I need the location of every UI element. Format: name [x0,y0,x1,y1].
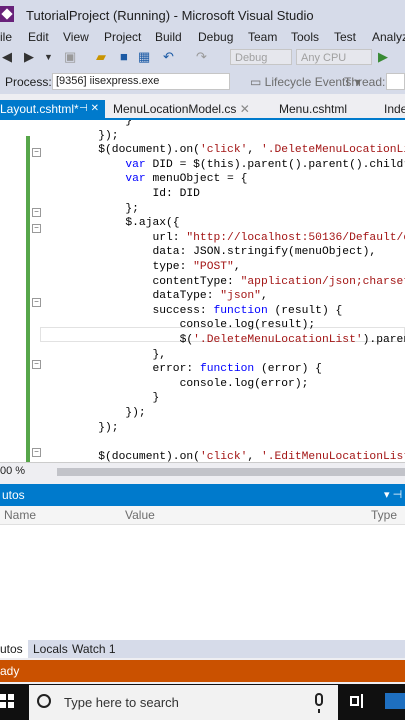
autos-title: utos [2,488,25,502]
code-line: } [44,392,160,405]
collapse-icon[interactable]: − [32,360,41,369]
forward-icon[interactable]: ▶ [24,50,34,64]
process-label: Process: [5,75,52,89]
code-line: error: function (error) { [44,363,322,376]
undo-icon[interactable]: ↶ [163,50,174,64]
toolbar: ◀ ▶ ▼ ▣ ▰ ■ ▦ ↶ ↷ Debug Any CPU ▶ [0,46,405,70]
code-line: $.ajax({ [44,217,180,230]
autos-grid[interactable] [0,525,405,640]
code-line: $(document).on('click', '.DeleteMenuLoca… [44,144,405,157]
code-line: success: function (result) { [44,304,343,317]
search-placeholder: Type here to search [64,695,179,710]
menu-bar: ile Edit View Project Build Debug Team T… [0,30,405,46]
change-tracking-bar [26,136,30,462]
dropdown-arrow-icon[interactable]: ▼ [44,50,53,64]
microphone-icon[interactable] [315,693,323,713]
code-line: contentType: "application/json;charset [44,275,405,288]
visual-studio-logo-icon [0,6,14,22]
collapse-icon[interactable]: − [32,208,41,217]
code-line: url: "http://localhost:50136/Default/c [44,231,405,244]
tab-watch-1[interactable]: Watch 1 [72,640,116,658]
cortana-circle-icon [37,694,51,708]
code-line: $(document).on('click', '.EditMenuLocati… [44,450,405,462]
column-name[interactable]: Name [4,508,36,522]
tab-menu-location-model[interactable]: MenuLocationModel.cs ✕ [113,100,250,118]
code-line: }); [44,421,119,434]
menu-analyze[interactable]: Analyz [372,30,405,44]
document-tabs: Layout.cshtml* ⊣ ✕ MenuLocationModel.cs … [0,100,405,118]
process-bar: Process: [9356] iisexpress.exe ▭ Lifecyc… [0,70,405,94]
column-value[interactable]: Value [125,508,155,522]
continue-icon[interactable]: ▶ [378,50,388,64]
menu-build[interactable]: Build [155,30,182,44]
config-dropdown[interactable]: Debug [230,49,292,65]
task-view-icon[interactable] [350,694,364,708]
code-line: $('.DeleteMenuLocationList').paren [44,334,405,346]
column-type[interactable]: Type [371,508,397,522]
code-line: }, [44,348,167,361]
menu-debug[interactable]: Debug [198,30,233,44]
lifecycle-icon: ▭ [250,75,265,89]
tab-menu[interactable]: Menu.cshtml [279,100,347,118]
back-icon[interactable]: ◀ [2,50,12,64]
tab-locals[interactable]: Locals [33,640,68,658]
code-line: var DID = $(this).parent().parent().chil… [125,158,405,171]
thread-dropdown[interactable] [386,73,405,90]
menu-test[interactable]: Test [334,30,356,44]
editor-footer: 00 % [0,462,405,481]
open-folder-icon[interactable]: ▰ [96,50,106,64]
code-line: var menuObject = { [125,173,248,186]
close-icon[interactable]: ✕ [240,102,250,116]
window-title: TutorialProject (Running) - Microsoft Vi… [26,8,314,23]
menu-project[interactable]: Project [104,30,141,44]
windows-start-icon[interactable] [0,694,14,708]
status-bar: ady [0,660,405,682]
save-all-icon[interactable]: ▦ [138,50,150,64]
status-text: ady [0,664,20,678]
debug-tool-tabs: utos Locals Watch 1 [0,640,405,658]
tab-autos[interactable]: utos [0,640,28,658]
taskbar-search-box[interactable]: Type here to search [29,685,338,720]
window-menu-pin-icon[interactable]: ▾ ⊣ [384,488,402,501]
code-line: }); [44,407,146,419]
title-bar: TutorialProject (Running) - Microsoft Vi… [0,0,405,30]
collapse-icon[interactable]: − [32,298,41,307]
menu-edit[interactable]: Edit [28,30,49,44]
code-line: }); [44,129,119,142]
zoom-level[interactable]: 00 % [0,465,25,477]
tab-layout[interactable]: Layout.cshtml* ⊣ ✕ [0,100,105,118]
windows-taskbar: Type here to search [0,684,405,720]
pin-close-icons[interactable]: ⊣ ✕ [79,100,99,118]
new-project-icon[interactable]: ▣ [64,50,76,64]
code-line: Id: DID [44,188,200,200]
save-icon[interactable]: ■ [120,50,128,64]
menu-tools[interactable]: Tools [291,30,319,44]
menu-view[interactable]: View [63,30,89,44]
horizontal-scrollbar[interactable] [57,468,405,476]
collapse-icon[interactable]: − [32,448,41,457]
code-line: dataType: "json", [44,290,268,303]
autos-column-headers: Name Value Type [0,506,405,525]
autos-window: utos ▾ ⊣ Name Value Type [0,484,405,640]
code-line: data: JSON.stringify(menuObject), [44,246,377,259]
edge-browser-icon[interactable] [385,693,405,709]
autos-title-bar: utos ▾ ⊣ [0,484,405,506]
process-dropdown[interactable]: [9356] iisexpress.exe [52,73,230,90]
collapse-icon[interactable]: − [32,148,41,157]
code-line: console.log(result); [44,319,316,332]
collapse-icon[interactable]: − [32,224,41,233]
menu-file[interactable]: ile [0,30,12,44]
code-line: type: "POST", [44,261,241,273]
code-line: console.log(error); [44,377,309,390]
tab-index[interactable]: Inde [384,100,405,118]
code-line: }; [44,202,139,215]
menu-team[interactable]: Team [248,30,277,44]
thread-label: Thread: [344,75,386,89]
code-editor[interactable]: − − − − − − } }); $(document).on('click'… [0,120,405,462]
redo-icon[interactable]: ↷ [196,50,207,64]
platform-dropdown[interactable]: Any CPU [296,49,372,65]
